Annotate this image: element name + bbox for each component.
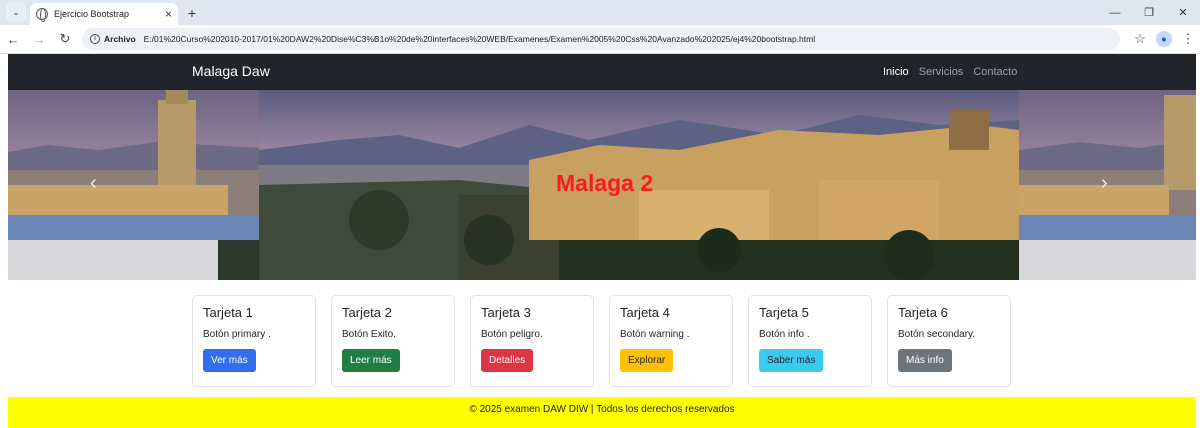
plus-icon[interactable]: + — [182, 3, 202, 23]
card-text: Botón warning . — [620, 329, 690, 340]
carousel: ‹ › Malaga 2 — [8, 90, 1196, 280]
nav-link-inicio[interactable]: Inicio — [883, 66, 909, 78]
card-title: Tarjeta 1 — [203, 305, 253, 320]
card-1: Tarjeta 1 Botón primary . Ver más — [192, 295, 316, 387]
card-title: Tarjeta 5 — [759, 305, 809, 320]
nav-link-contacto[interactable]: Contacto — [973, 66, 1017, 78]
minimize-icon[interactable]: — — [1098, 7, 1132, 19]
footer-text: © 2025 examen DAW DIW | Todos los derech… — [469, 404, 735, 415]
card-text: Botón primary . — [203, 329, 271, 340]
card-row: Tarjeta 1 Botón primary . Ver más Tarjet… — [192, 295, 1011, 387]
navbar-brand[interactable]: Malaga Daw — [192, 63, 270, 79]
tab-title: Ejercicio Bootstrap — [54, 9, 130, 19]
card-4: Tarjeta 4 Botón warning . Explorar — [609, 295, 733, 387]
globe-icon — [36, 8, 48, 22]
url-text[interactable]: E:/01%20Curso%202010-2017/01%20DAW2%20Di… — [144, 34, 815, 44]
nav-link-servicios[interactable]: Servicios — [919, 66, 964, 78]
carousel-prev-icon[interactable]: ‹ — [90, 172, 97, 195]
carousel-slide-prev — [8, 90, 259, 280]
carousel-caption: Malaga 2 — [556, 170, 654, 196]
carousel-next-icon[interactable]: › — [1101, 172, 1108, 195]
detalles-button[interactable]: Detalles — [481, 349, 534, 372]
back-icon[interactable]: ← — [0, 32, 26, 47]
mas-info-button[interactable]: Más info — [898, 349, 952, 372]
close-icon[interactable]: × — [165, 7, 172, 21]
card-5: Tarjeta 5 Botón info . Saber más — [748, 295, 872, 387]
card-title: Tarjeta 4 — [620, 305, 670, 320]
card-text: Botón Exito. — [342, 329, 396, 340]
browser-toolbar: ← → ↻ i Archivo E:/01%20Curso%202010-201… — [0, 25, 1200, 54]
card-title: Tarjeta 6 — [898, 305, 948, 320]
reload-icon[interactable]: ↻ — [52, 31, 78, 47]
browser-tab[interactable]: Ejercicio Bootstrap × — [30, 3, 178, 25]
card-3: Tarjeta 3 Botón peligro. Detalles — [470, 295, 594, 387]
leer-mas-button[interactable]: Leer más — [342, 349, 400, 372]
profile-icon[interactable]: ● — [1152, 31, 1176, 47]
window-close-icon[interactable]: ✕ — [1166, 6, 1200, 19]
info-icon[interactable]: i — [90, 34, 100, 44]
window-controls: — ❐ ✕ — [1098, 0, 1200, 25]
navbar: Malaga Daw Inicio Servicios Contacto — [8, 54, 1196, 90]
card-text: Botón info . — [759, 329, 810, 340]
page-viewport: Malaga Daw Inicio Servicios Contacto ‹ ›… — [8, 54, 1196, 428]
address-bar[interactable]: i Archivo E:/01%20Curso%202010-2017/01%2… — [82, 28, 1120, 50]
tab-search-button[interactable]: ⌄ — [6, 2, 26, 22]
card-title: Tarjeta 2 — [342, 305, 392, 320]
footer: © 2025 examen DAW DIW | Todos los derech… — [8, 397, 1196, 428]
card-title: Tarjeta 3 — [481, 305, 531, 320]
card-2: Tarjeta 2 Botón Exito. Leer más — [331, 295, 455, 387]
ver-mas-button[interactable]: Ver más — [203, 349, 256, 372]
saber-mas-button[interactable]: Saber más — [759, 349, 824, 372]
menu-icon[interactable]: ⋮ — [1176, 31, 1200, 47]
browser-tab-strip: ⌄ Ejercicio Bootstrap × + — ❐ ✕ — [0, 0, 1200, 25]
card-6: Tarjeta 6 Botón secondary. Más info — [887, 295, 1011, 387]
star-icon[interactable]: ☆ — [1128, 31, 1152, 47]
url-scheme: Archivo — [104, 34, 136, 44]
explorar-button[interactable]: Explorar — [620, 349, 674, 372]
forward-icon[interactable]: → — [26, 32, 52, 47]
card-text: Botón secondary. — [898, 329, 976, 340]
maximize-icon[interactable]: ❐ — [1132, 6, 1166, 19]
nav-links: Inicio Servicios Contacto — [883, 66, 1017, 78]
card-text: Botón peligro. — [481, 329, 543, 340]
